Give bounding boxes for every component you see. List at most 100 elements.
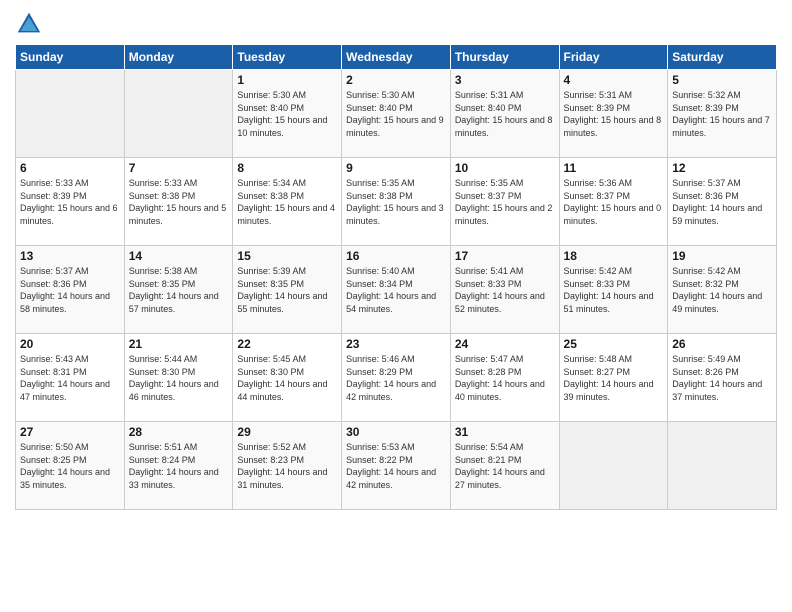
calendar-cell: 26Sunrise: 5:49 AMSunset: 8:26 PMDayligh… (668, 334, 777, 422)
weekday-header: Thursday (450, 45, 559, 70)
calendar-cell: 23 Sunrise: 5:46 AMSunset: 8:29 PMDayligh… (342, 334, 451, 422)
day-info: Sunrise: 5:49 AMSunset: 8:26 PMDaylight:… (672, 353, 772, 403)
calendar-cell: 8Sunrise: 5:34 AMSunset: 8:38 PMDaylight… (233, 158, 342, 246)
calendar-cell: 30 Sunrise: 5:53 AMSunset: 8:22 PMDayligh… (342, 422, 451, 510)
calendar-cell (124, 70, 233, 158)
calendar-cell: 6 Sunrise: 5:33 AMSunset: 8:39 PMDaylight… (16, 158, 125, 246)
day-info: Sunrise: 5:48 AMSunset: 8:27 PMDaylight:… (564, 353, 664, 403)
day-info: Sunrise: 5:40 AMSunset: 8:34 PMDaylight:… (346, 265, 446, 315)
header (15, 10, 777, 38)
day-info: Sunrise: 5:45 AMSunset: 8:30 PMDaylight:… (237, 353, 337, 403)
calendar-cell: 21Sunrise: 5:44 AMSunset: 8:30 PMDayligh… (124, 334, 233, 422)
calendar-cell: 16 Sunrise: 5:40 AMSunset: 8:34 PMDayligh… (342, 246, 451, 334)
calendar-cell: 20Sunrise: 5:43 AMSunset: 8:31 PMDayligh… (16, 334, 125, 422)
day-info: Sunrise: 5:43 AMSunset: 8:31 PMDaylight:… (20, 353, 120, 403)
day-number: 15 (237, 249, 337, 263)
day-info: Sunrise: 5:33 AMSunset: 8:39 PMDaylight:… (20, 177, 120, 227)
day-number: 18 (564, 249, 664, 263)
day-info: Sunrise: 5:44 AMSunset: 8:30 PMDaylight:… (129, 353, 229, 403)
day-number: 16 (346, 249, 446, 263)
page: SundayMondayTuesdayWednesdayThursdayFrid… (0, 0, 792, 612)
logo (15, 10, 47, 38)
day-number: 14 (129, 249, 229, 263)
calendar-cell (559, 422, 668, 510)
day-info: Sunrise: 5:31 AMSunset: 8:40 PMDaylight:… (455, 89, 555, 139)
weekday-header: Wednesday (342, 45, 451, 70)
calendar-cell: 2 Sunrise: 5:30 AMSunset: 8:40 PMDaylight… (342, 70, 451, 158)
day-info: Sunrise: 5:46 AMSunset: 8:29 PMDaylight:… (346, 353, 446, 403)
day-info: Sunrise: 5:31 AMSunset: 8:39 PMDaylight:… (564, 89, 664, 139)
day-info: Sunrise: 5:30 AMSunset: 8:40 PMDaylight:… (237, 89, 337, 139)
day-info: Sunrise: 5:47 AMSunset: 8:28 PMDaylight:… (455, 353, 555, 403)
weekday-header: Monday (124, 45, 233, 70)
day-info: Sunrise: 5:39 AMSunset: 8:35 PMDaylight:… (237, 265, 337, 315)
day-number: 13 (20, 249, 120, 263)
calendar-cell: 10 Sunrise: 5:35 AMSunset: 8:37 PMDayligh… (450, 158, 559, 246)
day-info: Sunrise: 5:53 AMSunset: 8:22 PMDaylight:… (346, 441, 446, 491)
day-info: Sunrise: 5:35 AMSunset: 8:38 PMDaylight:… (346, 177, 446, 227)
day-info: Sunrise: 5:37 AMSunset: 8:36 PMDaylight:… (20, 265, 120, 315)
calendar-week-row: 20Sunrise: 5:43 AMSunset: 8:31 PMDayligh… (16, 334, 777, 422)
day-info: Sunrise: 5:42 AMSunset: 8:32 PMDaylight:… (672, 265, 772, 315)
calendar-cell: 3 Sunrise: 5:31 AMSunset: 8:40 PMDaylight… (450, 70, 559, 158)
calendar-cell: 15 Sunrise: 5:39 AMSunset: 8:35 PMDayligh… (233, 246, 342, 334)
calendar-week-row: 6 Sunrise: 5:33 AMSunset: 8:39 PMDaylight… (16, 158, 777, 246)
weekday-header: Tuesday (233, 45, 342, 70)
calendar-cell: 29 Sunrise: 5:52 AMSunset: 8:23 PMDayligh… (233, 422, 342, 510)
day-number: 8 (237, 161, 337, 175)
day-number: 28 (129, 425, 229, 439)
calendar-cell: 27 Sunrise: 5:50 AMSunset: 8:25 PMDayligh… (16, 422, 125, 510)
day-number: 1 (237, 73, 337, 87)
day-number: 2 (346, 73, 446, 87)
weekday-header: Sunday (16, 45, 125, 70)
day-number: 6 (20, 161, 120, 175)
calendar-body: 1 Sunrise: 5:30 AMSunset: 8:40 PMDaylight… (16, 70, 777, 510)
day-info: Sunrise: 5:38 AMSunset: 8:35 PMDaylight:… (129, 265, 229, 315)
calendar-cell: 22 Sunrise: 5:45 AMSunset: 8:30 PMDayligh… (233, 334, 342, 422)
day-info: Sunrise: 5:33 AMSunset: 8:38 PMDaylight:… (129, 177, 229, 227)
day-info: Sunrise: 5:41 AMSunset: 8:33 PMDaylight:… (455, 265, 555, 315)
day-number: 19 (672, 249, 772, 263)
calendar-cell: 7 Sunrise: 5:33 AMSunset: 8:38 PMDaylight… (124, 158, 233, 246)
calendar-cell: 19 Sunrise: 5:42 AMSunset: 8:32 PMDayligh… (668, 246, 777, 334)
calendar-cell (668, 422, 777, 510)
calendar-cell: 31 Sunrise: 5:54 AMSunset: 8:21 PMDayligh… (450, 422, 559, 510)
day-number: 3 (455, 73, 555, 87)
day-info: Sunrise: 5:51 AMSunset: 8:24 PMDaylight:… (129, 441, 229, 491)
calendar-cell: 14 Sunrise: 5:38 AMSunset: 8:35 PMDayligh… (124, 246, 233, 334)
calendar-cell: 9Sunrise: 5:35 AMSunset: 8:38 PMDaylight… (342, 158, 451, 246)
day-number: 24 (455, 337, 555, 351)
calendar-week-row: 13 Sunrise: 5:37 AMSunset: 8:36 PMDayligh… (16, 246, 777, 334)
calendar-cell: 12Sunrise: 5:37 AMSunset: 8:36 PMDayligh… (668, 158, 777, 246)
day-number: 25 (564, 337, 664, 351)
day-number: 22 (237, 337, 337, 351)
calendar-cell: 1 Sunrise: 5:30 AMSunset: 8:40 PMDaylight… (233, 70, 342, 158)
day-number: 29 (237, 425, 337, 439)
day-info: Sunrise: 5:54 AMSunset: 8:21 PMDaylight:… (455, 441, 555, 491)
weekday-header: Saturday (668, 45, 777, 70)
day-number: 27 (20, 425, 120, 439)
day-info: Sunrise: 5:50 AMSunset: 8:25 PMDaylight:… (20, 441, 120, 491)
day-number: 4 (564, 73, 664, 87)
day-number: 23 (346, 337, 446, 351)
day-number: 10 (455, 161, 555, 175)
day-number: 31 (455, 425, 555, 439)
calendar-cell: 25 Sunrise: 5:48 AMSunset: 8:27 PMDayligh… (559, 334, 668, 422)
calendar-cell: 11 Sunrise: 5:36 AMSunset: 8:37 PMDayligh… (559, 158, 668, 246)
calendar-cell (16, 70, 125, 158)
calendar-cell: 5Sunrise: 5:32 AMSunset: 8:39 PMDaylight… (668, 70, 777, 158)
day-number: 30 (346, 425, 446, 439)
day-number: 7 (129, 161, 229, 175)
day-number: 17 (455, 249, 555, 263)
calendar-week-row: 1 Sunrise: 5:30 AMSunset: 8:40 PMDaylight… (16, 70, 777, 158)
calendar-cell: 24 Sunrise: 5:47 AMSunset: 8:28 PMDayligh… (450, 334, 559, 422)
day-info: Sunrise: 5:36 AMSunset: 8:37 PMDaylight:… (564, 177, 664, 227)
day-info: Sunrise: 5:32 AMSunset: 8:39 PMDaylight:… (672, 89, 772, 139)
day-info: Sunrise: 5:35 AMSunset: 8:37 PMDaylight:… (455, 177, 555, 227)
day-info: Sunrise: 5:52 AMSunset: 8:23 PMDaylight:… (237, 441, 337, 491)
day-info: Sunrise: 5:30 AMSunset: 8:40 PMDaylight:… (346, 89, 446, 139)
calendar: SundayMondayTuesdayWednesdayThursdayFrid… (15, 44, 777, 510)
calendar-cell: 13 Sunrise: 5:37 AMSunset: 8:36 PMDayligh… (16, 246, 125, 334)
day-number: 11 (564, 161, 664, 175)
calendar-cell: 28 Sunrise: 5:51 AMSunset: 8:24 PMDayligh… (124, 422, 233, 510)
